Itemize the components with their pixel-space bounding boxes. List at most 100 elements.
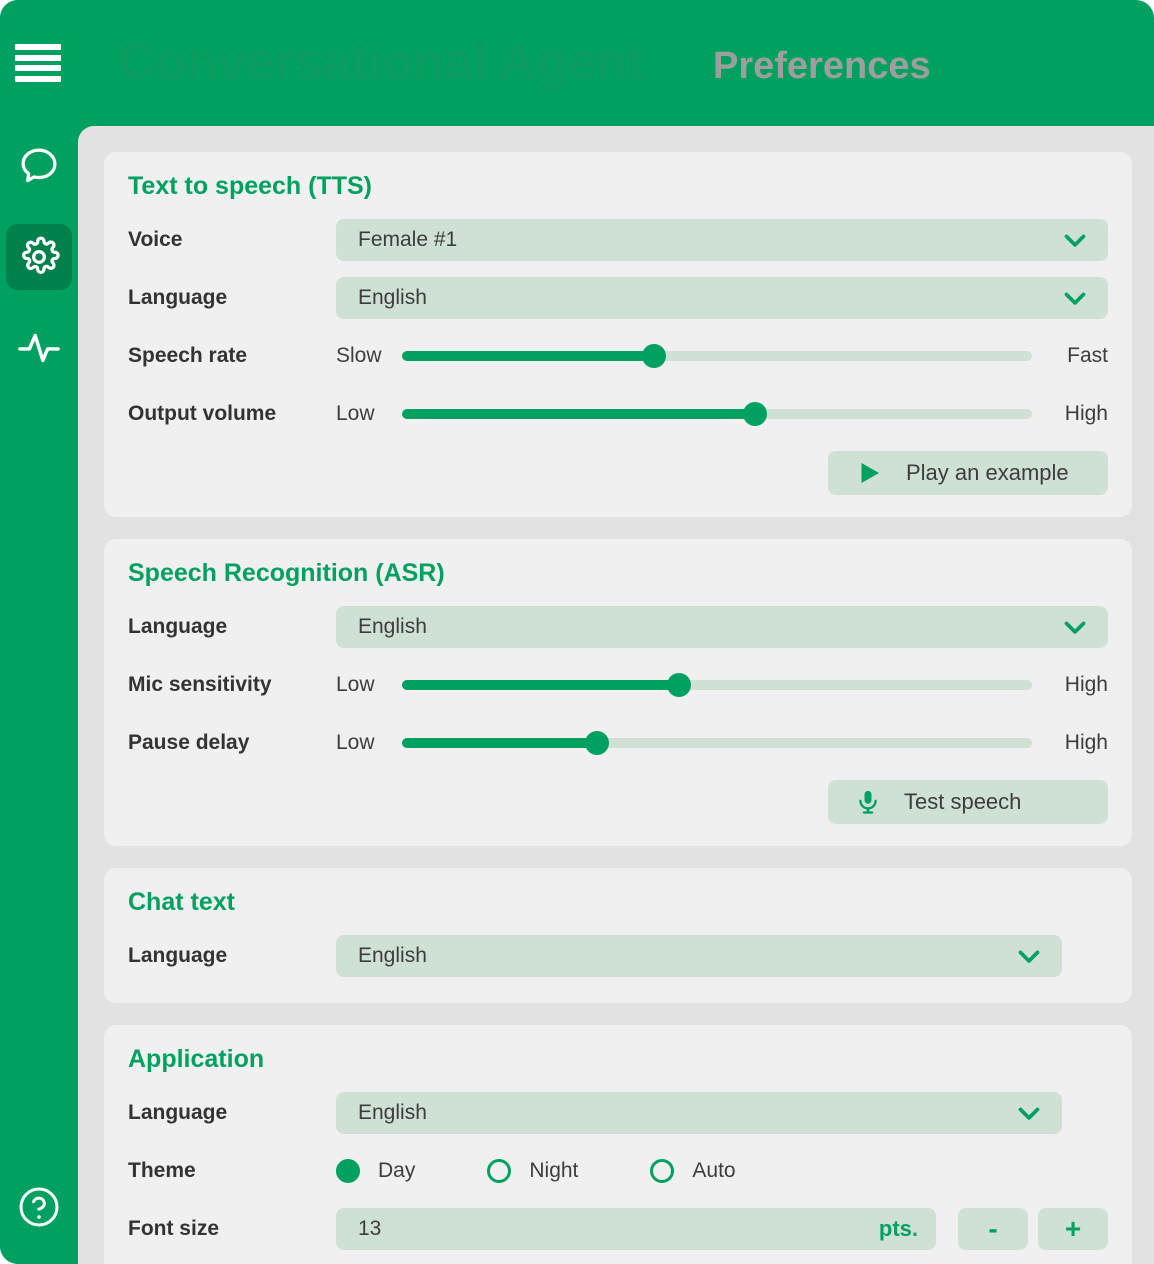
label-output-volume: Output volume	[128, 402, 277, 425]
microphone-icon	[859, 790, 877, 814]
radio-label: Auto	[692, 1159, 736, 1182]
dropdown-value: English	[358, 615, 427, 638]
label-asr-language: Language	[128, 615, 228, 638]
radio-mark-icon	[650, 1159, 675, 1183]
header-bar: Conversational Agent Preferences	[78, 0, 1154, 126]
dropdown-value: English	[358, 1101, 427, 1124]
slider-fill	[402, 680, 680, 690]
sidebar-item-settings[interactable]	[6, 224, 72, 290]
help-button[interactable]	[6, 1174, 72, 1240]
play-example-label: Play an example	[906, 460, 1069, 485]
chevron-down-icon	[1018, 1107, 1040, 1120]
help-circle-icon	[19, 1187, 59, 1227]
slider-max-label: High	[1064, 731, 1108, 754]
label-tts-voice: Voice	[128, 228, 183, 251]
row-speech-rate: Speech rate Slow Fast	[128, 331, 1108, 381]
label-speech-rate: Speech rate	[128, 344, 248, 367]
label-chat-language: Language	[128, 944, 228, 967]
label-font-size: Font size	[128, 1217, 220, 1240]
sidebar-item-chat[interactable]	[6, 134, 72, 200]
hamburger-bar	[15, 75, 61, 82]
dropdown-app-language[interactable]: English	[336, 1092, 1062, 1134]
play-triangle-icon	[861, 463, 879, 483]
hamburger-menu-icon[interactable]	[15, 44, 61, 82]
row-mic-sensitivity: Mic sensitivity Low High	[128, 660, 1108, 710]
chevron-down-icon	[1064, 234, 1086, 247]
dropdown-value: English	[358, 286, 427, 309]
font-size-value: 13	[358, 1217, 382, 1240]
section-title-chat-text: Chat text	[128, 888, 235, 916]
slider-thumb[interactable]	[667, 673, 692, 697]
slider-speech-rate[interactable]	[402, 343, 1032, 369]
slider-fill	[402, 738, 598, 748]
hamburger-bar	[15, 54, 61, 61]
label-app-language: Language	[128, 1101, 228, 1124]
tts-actions: Play an example	[128, 451, 1108, 495]
radio-label: Night	[529, 1159, 579, 1182]
test-speech-label: Test speech	[904, 789, 1022, 814]
section-title-asr: Speech Recognition (ASR)	[128, 559, 445, 587]
section-title-tts: Text to speech (TTS)	[128, 172, 373, 200]
section-application: Application Language English Theme Day N…	[104, 1025, 1132, 1264]
radio-theme-night[interactable]: Night	[487, 1159, 578, 1183]
slider-thumb[interactable]	[585, 731, 610, 755]
play-example-button[interactable]: Play an example	[828, 451, 1108, 495]
slider-min-label: Slow	[336, 344, 382, 367]
label-pause-delay: Pause delay	[128, 731, 250, 754]
theme-radio-group: Day Night Auto	[336, 1159, 1108, 1183]
slider-max-label: High	[1064, 402, 1108, 425]
label-theme: Theme	[128, 1159, 196, 1182]
app-window: Conversational Agent Preferences Text to…	[0, 0, 1154, 1264]
chevron-down-icon	[1018, 950, 1040, 963]
slider-max-label: High	[1064, 673, 1108, 696]
section-asr: Speech Recognition (ASR) Language Englis…	[104, 539, 1132, 846]
slider-output-volume[interactable]	[402, 401, 1032, 427]
dropdown-value: Female #1	[358, 228, 458, 251]
font-size-input[interactable]: 13 pts.	[336, 1208, 936, 1250]
app-title: Conversational Agent	[118, 33, 644, 91]
dropdown-chat-language[interactable]: English	[336, 935, 1062, 977]
hamburger-bar	[15, 44, 61, 50]
sidebar	[0, 0, 78, 1264]
font-size-unit: pts.	[878, 1216, 918, 1241]
chevron-down-icon	[1064, 621, 1086, 634]
row-tts-language: Language English	[128, 273, 1108, 323]
dropdown-value: English	[358, 944, 427, 967]
dropdown-tts-voice[interactable]: Female #1	[336, 219, 1108, 261]
row-chat-language: Language English	[128, 931, 1108, 981]
row-output-volume: Output volume Low High	[128, 389, 1108, 439]
page-title: Preferences	[713, 45, 931, 87]
slider-min-label: Low	[336, 673, 375, 696]
radio-theme-day[interactable]: Day	[336, 1159, 415, 1183]
radio-label: Day	[378, 1159, 416, 1182]
row-theme: Theme Day Night Auto	[128, 1146, 1108, 1196]
radio-mark-icon	[487, 1159, 512, 1183]
slider-fill	[402, 409, 755, 419]
slider-thumb[interactable]	[742, 402, 767, 426]
chat-bubble-icon	[21, 148, 57, 183]
row-tts-voice: Voice Female #1	[128, 215, 1108, 265]
row-pause-delay: Pause delay Low High	[128, 718, 1108, 768]
slider-pause-delay[interactable]	[402, 730, 1032, 756]
font-size-decrement-button[interactable]: -	[958, 1208, 1028, 1250]
radio-theme-auto[interactable]: Auto	[650, 1159, 736, 1183]
gear-icon	[22, 236, 60, 274]
row-app-language: Language English	[128, 1088, 1108, 1138]
label-tts-language: Language	[128, 286, 228, 309]
dropdown-asr-language[interactable]: English	[336, 606, 1108, 648]
slider-mic-sensitivity[interactable]	[402, 672, 1032, 698]
preferences-content: Text to speech (TTS) Voice Female #1 Lan…	[78, 126, 1154, 1264]
slider-min-label: Low	[336, 402, 375, 425]
test-speech-button[interactable]: Test speech	[828, 780, 1108, 824]
slider-thumb[interactable]	[642, 344, 666, 368]
slider-fill	[402, 351, 654, 361]
sidebar-item-activity[interactable]	[6, 314, 72, 380]
radio-mark-icon	[336, 1159, 360, 1183]
font-size-increment-button[interactable]: +	[1038, 1208, 1108, 1250]
row-asr-language: Language English	[128, 602, 1108, 652]
hamburger-bar	[15, 65, 61, 72]
slider-min-label: Low	[336, 731, 375, 754]
row-font-size: Font size 13 pts. - +	[128, 1204, 1108, 1254]
label-mic-sensitivity: Mic sensitivity	[128, 673, 272, 696]
dropdown-tts-language[interactable]: English	[336, 277, 1108, 319]
